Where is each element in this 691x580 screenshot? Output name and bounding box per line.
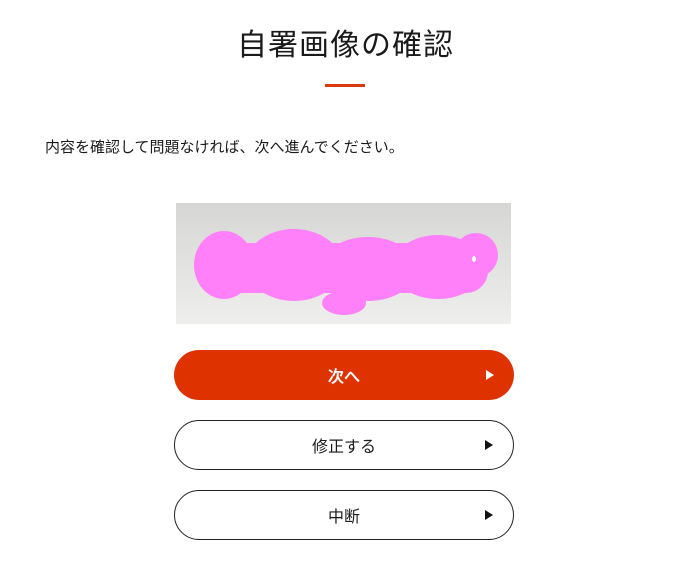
edit-button[interactable]: 修正する	[174, 420, 514, 470]
title-underline	[325, 84, 365, 87]
abort-button-label: 中断	[327, 507, 360, 526]
redacted-signature-mark	[194, 229, 498, 315]
play-arrow-icon	[486, 370, 494, 380]
play-arrow-icon	[485, 440, 493, 450]
play-arrow-icon	[485, 510, 493, 520]
abort-button[interactable]: 中断	[174, 490, 514, 540]
instruction-text: 内容を確認して問題なければ、次へ進んでください。	[45, 138, 404, 156]
signature-image	[176, 203, 511, 324]
edit-button-label: 修正する	[311, 437, 376, 456]
next-button-label: 次へ	[327, 367, 360, 386]
next-button[interactable]: 次へ	[174, 350, 514, 400]
page-title: 自署画像の確認	[237, 28, 454, 63]
